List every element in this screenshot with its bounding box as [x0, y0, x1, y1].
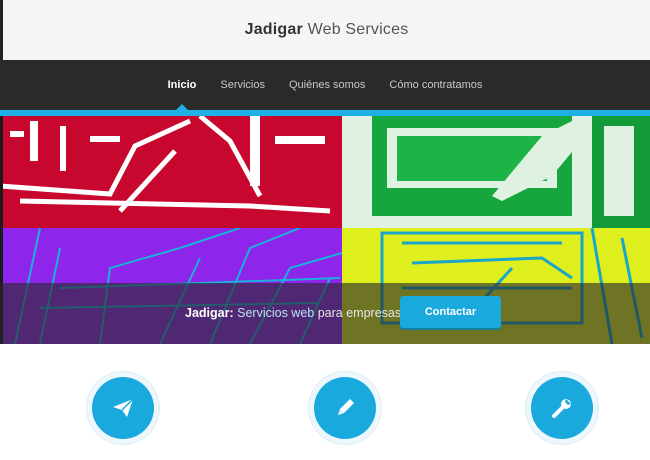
hero-tagline-bold: Jadigar:	[185, 306, 234, 320]
nav-item-servicios[interactable]: Servicios	[220, 60, 265, 110]
hero-banner: Jadigar: Servicios web para empresas Con…	[0, 116, 650, 344]
hero-image-green-quadrant	[342, 116, 650, 228]
pencil-icon	[338, 399, 354, 415]
site-header: Jadigar Web Services	[0, 0, 650, 60]
nav-item-como-contratamos[interactable]: Cómo contratamos	[389, 60, 482, 110]
paper-plane-icon	[113, 398, 134, 417]
hero-caption-bar: Jadigar: Servicios web para empresas Con…	[0, 283, 650, 344]
hero-tagline: Jadigar: Servicios web para empresas	[185, 283, 401, 344]
nav-item-quienes-somos[interactable]: Quiénes somos	[289, 60, 365, 110]
hero-image-red-quadrant	[0, 116, 342, 228]
feature-badge-3[interactable]	[531, 377, 593, 439]
wrench-icon	[552, 399, 571, 418]
main-navbar: Inicio Servicios Quiénes somos Cómo cont…	[0, 60, 650, 110]
contact-button[interactable]: Contactar	[400, 296, 501, 328]
feature-badge-2[interactable]	[314, 377, 376, 439]
hero-tagline-rest: para empresas	[314, 306, 402, 320]
site-title[interactable]: Jadigar Web Services	[245, 21, 409, 39]
brand-name-rest: Web Services	[302, 21, 409, 38]
hero-tagline-highlight: Servicios web	[237, 306, 315, 320]
nav-item-inicio[interactable]: Inicio	[168, 60, 196, 110]
feature-badge-1[interactable]	[92, 377, 154, 439]
features-section	[0, 344, 650, 460]
brand-name-bold: Jadigar	[244, 21, 303, 38]
